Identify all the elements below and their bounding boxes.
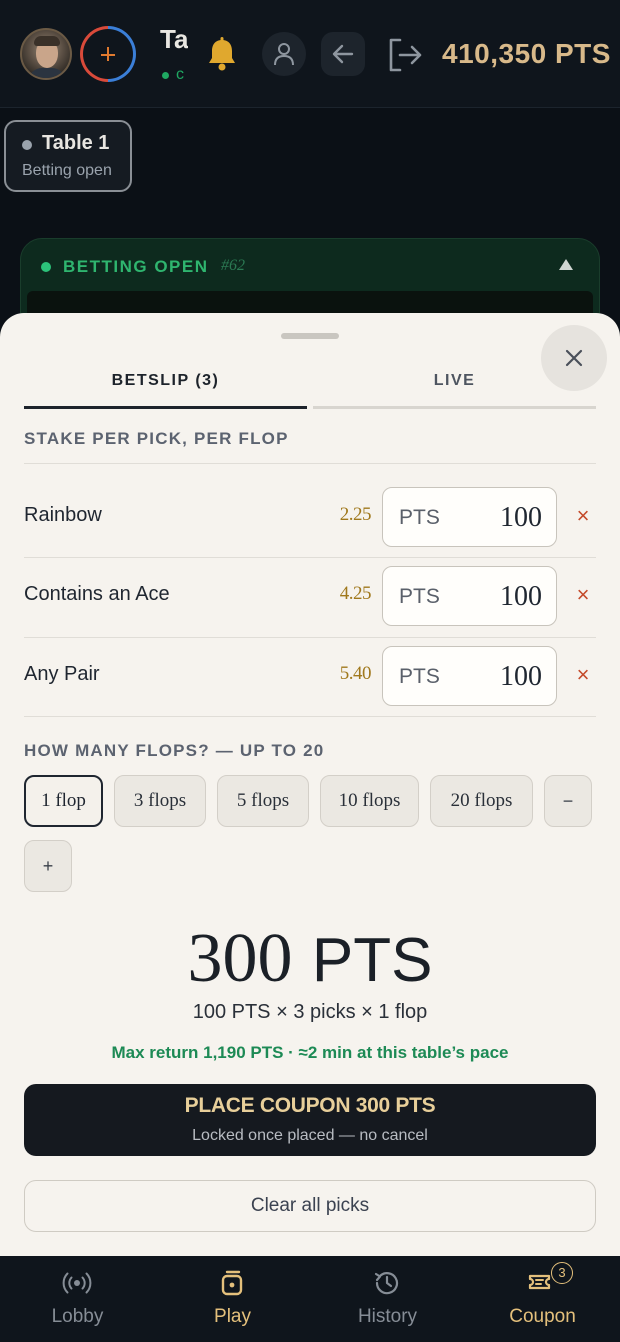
nav-play[interactable]: Play	[155, 1256, 310, 1342]
nav-history[interactable]: History	[310, 1256, 465, 1342]
total-number: 300	[187, 920, 293, 997]
flop-option-10[interactable]: 10 flops	[320, 775, 419, 827]
betslip-sheet: BETSLIP (3) LIVE STAKE PER PICK, PER FLO…	[0, 313, 620, 1256]
remove-pick-icon[interactable]: ×	[574, 504, 592, 528]
table-title: Ta	[160, 24, 188, 54]
total-stake: 300 PTS	[0, 917, 620, 999]
nav-lobby-label: Lobby	[51, 1306, 104, 1327]
back-button[interactable]	[321, 32, 365, 76]
divider	[24, 463, 596, 464]
tab-betslip[interactable]: BETSLIP (3)	[24, 365, 307, 409]
increment-flops-button[interactable]: +	[24, 840, 72, 892]
pick-row: Contains an Ace 4.25 PTS 100 ×	[24, 557, 596, 635]
betting-status-label: BETTING OPEN	[63, 257, 209, 276]
stake-breakdown: 100 PTS × 3 picks × 1 flop	[192, 1001, 428, 1023]
flop-option-20[interactable]: 20 flops	[430, 775, 533, 827]
stake-unit: PTS	[399, 585, 440, 608]
pick-odds: 4.25	[339, 583, 372, 604]
avatar[interactable]	[20, 28, 72, 80]
pick-row: Any Pair 5.40 PTS 100 ×	[24, 637, 596, 715]
pick-row: Rainbow 2.25 PTS 100 ×	[24, 478, 596, 556]
place-coupon-button[interactable]: PLACE COUPON 300 PTS Locked once placed …	[24, 1084, 596, 1156]
arrow-left-icon	[332, 44, 354, 64]
top-bar: Ta c 410,350 PTS	[0, 0, 620, 108]
drag-handle[interactable]	[281, 333, 339, 339]
tab-live[interactable]: LIVE	[313, 365, 596, 409]
stake-section-label: STAKE PER PICK, PER FLOP	[24, 429, 289, 448]
nav-history-label: History	[357, 1306, 418, 1327]
stake-input[interactable]: PTS 100	[382, 646, 557, 706]
table-chip-status: Betting open	[22, 162, 112, 179]
pick-odds: 5.40	[339, 663, 372, 684]
history-icon	[374, 1272, 399, 1295]
place-coupon-label: PLACE COUPON 300 PTS	[184, 1094, 436, 1117]
table-status-dot	[22, 140, 32, 150]
betslip-tabs: BETSLIP (3) LIVE	[24, 365, 596, 409]
broadcast-icon	[62, 1272, 92, 1294]
flop-option-1[interactable]: 1 flop	[24, 775, 103, 827]
nav-lobby[interactable]: Lobby	[0, 1256, 155, 1342]
pick-name: Any Pair	[24, 663, 100, 685]
flops-section-label: HOW MANY FLOPS? — UP TO 20	[24, 741, 325, 760]
timer-ring-icon	[80, 26, 136, 82]
nav-coupon-label: Coupon	[509, 1306, 576, 1327]
divider	[24, 716, 596, 717]
stake-input[interactable]: PTS 100	[382, 487, 557, 547]
coupon-count-badge: 3	[551, 1262, 573, 1284]
pick-name: Contains an Ace	[24, 583, 170, 605]
table-chip-name: Table 1	[42, 132, 110, 154]
remove-pick-icon[interactable]: ×	[574, 583, 592, 607]
nav-coupon[interactable]: 3 Coupon	[465, 1256, 620, 1342]
stake-unit: PTS	[399, 665, 440, 688]
dice-icon	[221, 1270, 243, 1296]
user-icon	[274, 43, 294, 66]
stake-unit: PTS	[399, 506, 440, 529]
table-selector-chip[interactable]: Table 1 Betting open	[4, 120, 132, 192]
remove-pick-icon[interactable]: ×	[574, 663, 592, 687]
bottom-nav: Lobby Play History 3 Coupon	[0, 1256, 620, 1342]
pick-odds: 2.25	[339, 504, 372, 525]
stake-value: 100	[500, 581, 542, 612]
stake-input[interactable]: PTS 100	[382, 566, 557, 626]
bell-icon[interactable]	[205, 36, 239, 72]
stake-value: 100	[500, 502, 542, 533]
nav-play-label: Play	[214, 1306, 251, 1327]
profile-button[interactable]	[262, 32, 306, 76]
exit-icon[interactable]	[386, 36, 426, 74]
max-return: Max return 1,190 PTS · ≈2 min at this ta…	[111, 1043, 509, 1062]
flop-option-3[interactable]: 3 flops	[114, 775, 206, 827]
decrement-flops-button[interactable]: −	[544, 775, 592, 827]
clear-picks-button[interactable]: Clear all picks	[24, 1180, 596, 1232]
round-number: #62	[221, 257, 245, 274]
place-coupon-note: Locked once placed — no cancel	[192, 1127, 428, 1144]
stake-value: 100	[500, 661, 542, 692]
flop-option-5[interactable]: 5 flops	[217, 775, 309, 827]
live-dot	[41, 262, 51, 272]
total-unit: PTS	[311, 926, 433, 995]
pick-name: Rainbow	[24, 504, 102, 526]
table-status: c	[176, 66, 184, 83]
points-balance: 410,350 PTS	[442, 38, 611, 69]
collapse-caret-icon[interactable]	[559, 259, 573, 270]
status-dot	[162, 72, 169, 79]
